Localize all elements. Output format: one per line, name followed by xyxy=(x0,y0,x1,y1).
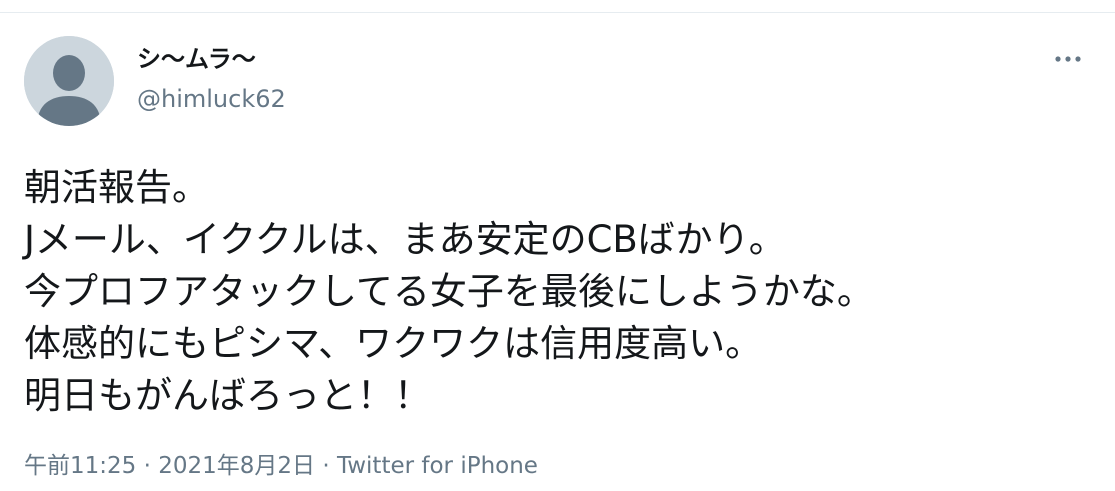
tweet-line: 今プロフアタックしてる女子を最後にしようかな。 xyxy=(24,270,874,313)
tweet-meta: 午前11:25 · 2021年8月2日 · Twitter for iPhone xyxy=(24,452,538,480)
tweet-date[interactable]: 2021年8月2日 xyxy=(158,453,315,479)
tweet-text: 朝活報告。 Jメール、イククルは、まあ安定のCBばかり。 今プロフアタックしてる… xyxy=(24,162,1094,422)
tweet-line: Jメール、イククルは、まあ安定のCBばかり。 xyxy=(24,218,786,261)
top-divider xyxy=(0,12,1115,13)
more-horizontal-icon xyxy=(1055,56,1081,62)
user-handle[interactable]: @himluck62 xyxy=(137,84,286,114)
default-profile-icon xyxy=(24,36,114,126)
tweet-line: 朝活報告。 xyxy=(24,166,209,209)
tweet-line: 明日もがんばろっと！！ xyxy=(24,374,431,417)
tweet-time[interactable]: 午前11:25 xyxy=(24,453,136,479)
tweet-source[interactable]: Twitter for iPhone xyxy=(337,453,538,479)
more-options-button[interactable] xyxy=(1044,44,1092,74)
meta-separator: · xyxy=(136,453,159,479)
tweet-line: 体感的にもピシマ、ワクワクは信用度高い。 xyxy=(24,322,763,365)
meta-separator: · xyxy=(315,453,337,479)
display-name[interactable]: シ〜ムラ〜 xyxy=(137,44,256,74)
avatar[interactable] xyxy=(24,36,114,126)
